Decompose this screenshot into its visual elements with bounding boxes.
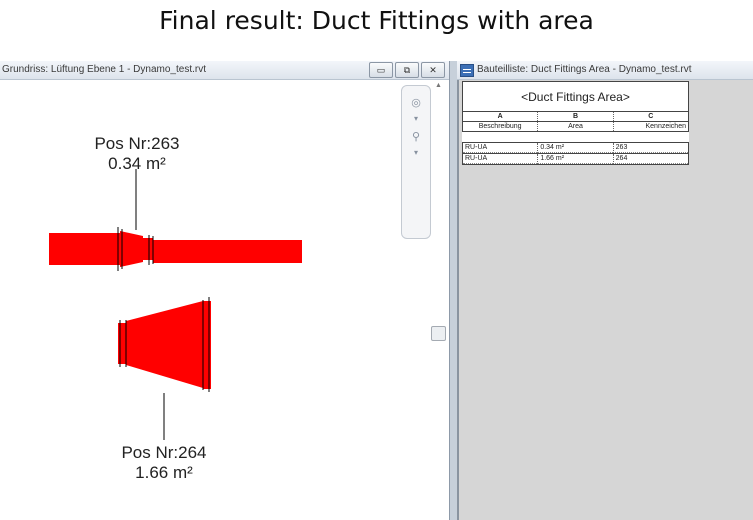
table-row[interactable]: RU-UA 1.66 m² 264 [462, 154, 689, 165]
chevron-down-icon[interactable]: ▾ [402, 114, 430, 123]
table-cell[interactable]: 263 [612, 143, 688, 153]
schedule-name: <Duct Fittings Area> [462, 81, 689, 112]
column-letter[interactable]: B [537, 112, 612, 121]
steering-wheel-icon[interactable]: ◎ [402, 96, 430, 109]
vertical-scrollbar[interactable]: ▲ [431, 80, 448, 520]
slide-title: Final result: Duct Fittings with area [159, 6, 594, 35]
table-cell[interactable]: 264 [612, 154, 688, 164]
table-row[interactable]: RU-UA 0.34 m² 263 [462, 142, 689, 154]
window-border [457, 80, 459, 520]
table-cell[interactable]: RU-UA [463, 154, 538, 164]
table-cell[interactable]: RU-UA [463, 143, 538, 153]
column-header[interactable]: Area [537, 122, 612, 131]
scrollbar-thumb[interactable] [431, 326, 446, 341]
column-letter[interactable]: C [612, 112, 688, 121]
duct-segment [49, 233, 120, 265]
floor-plan-window[interactable]: Grundriss: Lüftung Ebene 1 - Dynamo_test… [0, 61, 450, 520]
tag-263-pos: Pos Nr:263 [94, 134, 180, 153]
column-header-row: Beschreibung Area Kennzeichen [462, 122, 689, 132]
duct-segment [118, 323, 126, 364]
column-letter-row: A B C [462, 112, 689, 122]
tag-263-area: 0.34 m² [108, 154, 166, 173]
transition-shape [120, 231, 143, 267]
tag-264[interactable]: Pos Nr:264 1.66 m² [89, 443, 239, 483]
tag-263[interactable]: Pos Nr:263 0.34 m² [62, 134, 212, 174]
duct-segment [143, 238, 153, 260]
navigation-bar[interactable]: ◎ ▾ ⚲ ▾ [401, 85, 431, 239]
column-header[interactable]: Beschreibung [463, 122, 537, 131]
table-cell[interactable]: 0.34 m² [537, 143, 613, 153]
schedule-icon [460, 64, 474, 77]
column-letter[interactable]: A [463, 112, 537, 121]
scroll-up-icon[interactable]: ▲ [435, 82, 442, 89]
duct-fitting-263[interactable] [49, 227, 302, 271]
header-gap [462, 132, 689, 142]
duct-segment [153, 240, 302, 263]
column-header[interactable]: Kennzeichen [612, 122, 688, 131]
transition-shape [126, 301, 203, 388]
duct-fitting-264[interactable] [118, 297, 211, 392]
schedule-titlebar[interactable]: Bauteilliste: Duct Fittings Area - Dynam… [457, 61, 753, 80]
chevron-down-icon[interactable]: ▾ [402, 148, 430, 157]
tag-264-area: 1.66 m² [135, 463, 193, 482]
schedule-window[interactable]: Bauteilliste: Duct Fittings Area - Dynam… [457, 61, 753, 520]
table-cell[interactable]: 1.66 m² [537, 154, 613, 164]
zoom-icon[interactable]: ⚲ [402, 130, 430, 143]
tag-264-pos: Pos Nr:264 [121, 443, 207, 462]
schedule-table[interactable]: <Duct Fittings Area> A B C Beschreibung … [462, 81, 689, 165]
duct-segment [203, 301, 211, 389]
schedule-window-title: Bauteilliste: Duct Fittings Area - Dynam… [477, 64, 692, 75]
